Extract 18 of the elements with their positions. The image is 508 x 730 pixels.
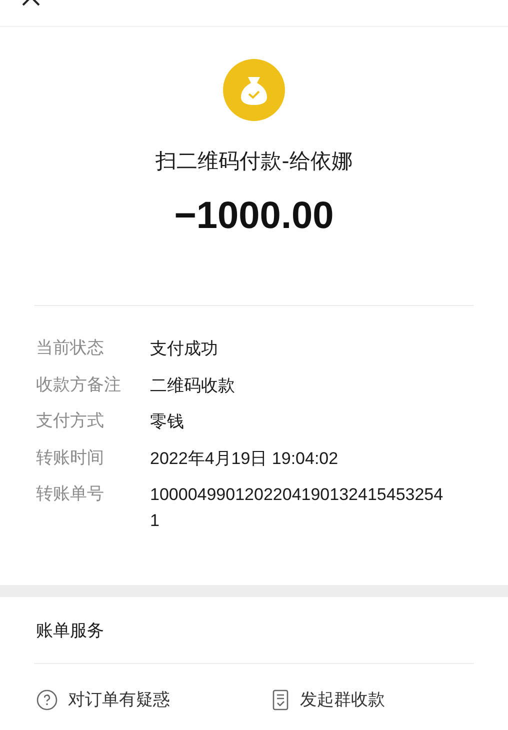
- detail-label: 当前状态: [36, 337, 105, 360]
- help-icon: [36, 688, 58, 710]
- detail-value: 二维码收款: [150, 374, 236, 396]
- detail-value: 支付成功: [150, 338, 219, 360]
- detail-label: 转账时间: [36, 446, 105, 470]
- service-link[interactable]: 对订单有疑惑: [36, 688, 272, 711]
- document-check-icon: [272, 688, 290, 710]
- detail-label: 转账单号: [36, 483, 105, 506]
- service-link[interactable]: 发起群收款: [272, 688, 472, 711]
- money-bag-icon: [222, 58, 286, 122]
- amount: −1000.00: [174, 194, 334, 239]
- detail-label: 收款方备注: [36, 374, 122, 396]
- section-title: 账单服务: [35, 620, 105, 643]
- detail-value: 2022年4月19日 19:04:02: [150, 448, 340, 470]
- detail-value: 零钱: [150, 411, 185, 433]
- detail-label: 支付方式: [36, 410, 105, 433]
- detail-value: 10000499012022041901324154532541: [150, 484, 444, 532]
- payment-title: 扫二维码付款-给依娜: [156, 148, 352, 175]
